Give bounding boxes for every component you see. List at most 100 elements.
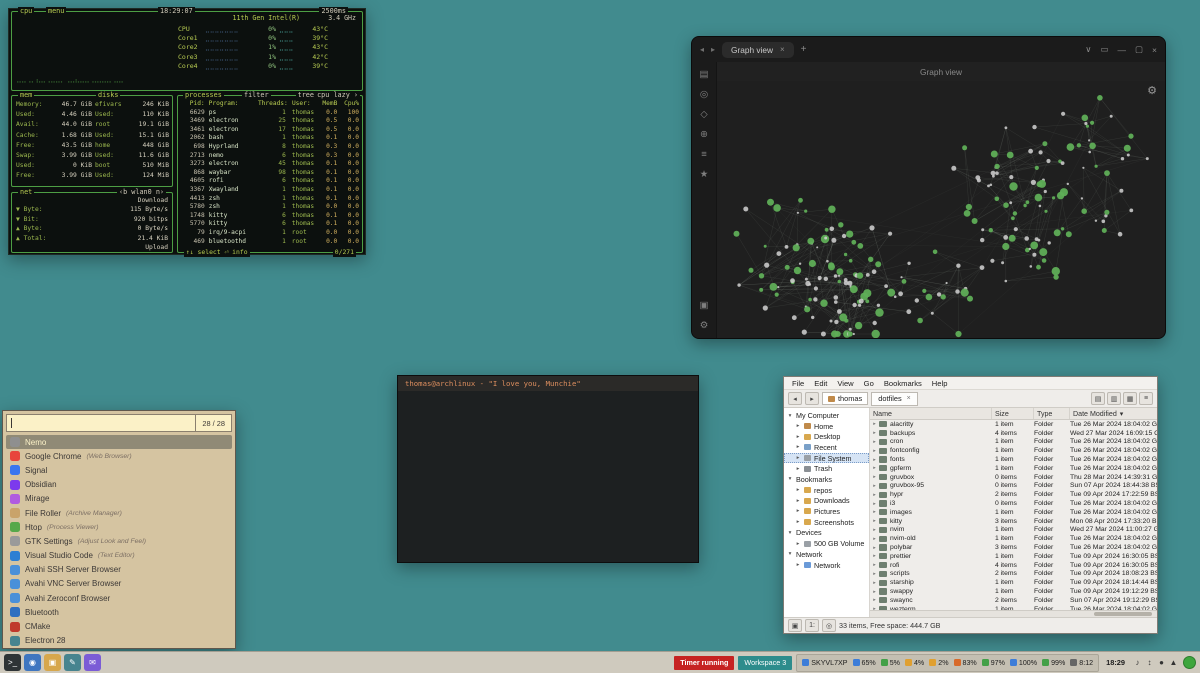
tray-network-ssid[interactable]: SKYVL7XP <box>802 659 847 667</box>
graph-node[interactable] <box>828 262 834 268</box>
graph-node[interactable] <box>834 320 838 324</box>
launcher-item[interactable]: GTK Settings(Adjust Look and Feel) <box>6 534 232 548</box>
graph-node[interactable] <box>799 263 801 265</box>
notifications-icon[interactable]: ● <box>1156 658 1167 667</box>
graph-node[interactable] <box>764 245 767 248</box>
graph-node[interactable] <box>898 291 903 296</box>
file-row[interactable]: ▸polybar3 itemsFolderTue 26 Mar 2024 18:… <box>870 543 1157 552</box>
graph-node[interactable] <box>872 269 877 274</box>
graph-node[interactable] <box>1024 236 1029 241</box>
graph-node[interactable] <box>1110 115 1113 118</box>
scrollbar-thumb[interactable] <box>1094 612 1152 616</box>
graph-node[interactable] <box>990 259 994 263</box>
column-header[interactable]: Size <box>992 408 1034 419</box>
forward-icon[interactable]: ▸ <box>805 392 819 405</box>
graph-node[interactable] <box>816 246 818 248</box>
icon-view-icon[interactable]: ▤ <box>1091 392 1105 405</box>
minimize-icon[interactable]: — <box>1118 45 1127 55</box>
process-column-header[interactable]: Cpu% <box>337 100 359 109</box>
graph-node[interactable] <box>941 294 946 299</box>
menubar-item-file[interactable]: File <box>787 379 809 388</box>
graph-node[interactable] <box>847 281 852 286</box>
sidebar-section[interactable]: ▾Devices <box>784 527 869 538</box>
process-row[interactable]: 3367Xwayland1thomas0.10.0 <box>181 186 359 195</box>
graph-node[interactable] <box>877 304 880 307</box>
file-row[interactable]: ▸cron1 itemFolderTue 26 Mar 2024 18:04:0… <box>870 438 1157 447</box>
workspace-indicator[interactable]: Workspace 3 <box>738 656 792 670</box>
graph-node[interactable] <box>1090 121 1094 125</box>
back-icon[interactable]: ◂ <box>788 392 802 405</box>
graph-node[interactable] <box>962 145 967 150</box>
graph-node[interactable] <box>1039 205 1042 208</box>
graph-node[interactable] <box>809 260 816 267</box>
graph-node[interactable] <box>857 243 863 249</box>
menubar-item-bookmarks[interactable]: Bookmarks <box>879 379 927 388</box>
process-row[interactable]: 4605rofi6thomas0.10.0 <box>181 177 359 186</box>
graph-node[interactable] <box>1039 248 1047 256</box>
launcher-item[interactable]: Electron 28 <box>6 634 232 648</box>
expander-icon[interactable]: ▸ <box>870 545 879 551</box>
tray-memory[interactable]: 5% <box>881 659 900 667</box>
new-tab-icon[interactable]: + <box>801 44 807 55</box>
sidebar-item[interactable]: ▸Trash <box>784 463 869 474</box>
sidebar-item[interactable]: ▸Downloads <box>784 496 869 507</box>
graph-node[interactable] <box>850 285 858 293</box>
graph-node[interactable] <box>1081 208 1087 214</box>
graph-node[interactable] <box>1046 159 1050 163</box>
network-icon[interactable]: ↕ <box>1144 658 1155 667</box>
graph-node[interactable] <box>1086 125 1089 128</box>
tab-close-icon[interactable]: × <box>907 395 911 402</box>
launcher-item[interactable]: Bluetooth <box>6 605 232 619</box>
tray-volume[interactable]: 100% <box>1010 659 1037 667</box>
process-column-header[interactable]: MemB <box>320 100 338 109</box>
graph-node[interactable] <box>1061 112 1065 116</box>
file-row[interactable]: ▸nvim1 itemFolderWed 27 Mar 2024 11:00:2… <box>870 526 1157 535</box>
graph-node[interactable] <box>848 331 853 336</box>
graph-node[interactable] <box>838 275 840 277</box>
terminal-content[interactable] <box>398 391 698 562</box>
tab-dotfiles[interactable]: dotfiles × <box>871 392 918 406</box>
graph-node[interactable] <box>1102 228 1107 233</box>
graph-node[interactable] <box>865 299 869 303</box>
graph-node[interactable] <box>1001 261 1004 264</box>
graph-node[interactable] <box>844 253 847 256</box>
graph-node[interactable] <box>873 321 877 325</box>
horizontal-scrollbar[interactable] <box>870 610 1157 617</box>
process-row[interactable]: 6629ps1thomas0.0100 <box>181 109 359 118</box>
tray-uptime[interactable]: 8:12 <box>1070 659 1093 667</box>
graph-node[interactable] <box>767 199 774 206</box>
file-row[interactable]: ▸backups4 itemsFolderWed 27 Mar 2024 16:… <box>870 429 1157 438</box>
graph-node[interactable] <box>894 295 897 298</box>
graph-node[interactable] <box>837 268 844 275</box>
file-row[interactable]: ▸images1 itemFolderTue 26 Mar 2024 18:04… <box>870 508 1157 517</box>
terminal-launcher-icon[interactable]: >_ <box>4 654 21 671</box>
compact-view-icon[interactable]: ▥ <box>1107 392 1121 405</box>
graph-node[interactable] <box>1035 166 1039 170</box>
process-row[interactable]: 79irq/9-acpi1root0.00.0 <box>181 229 359 238</box>
back-icon[interactable]: ◂ <box>700 45 704 54</box>
graph-node[interactable] <box>792 315 797 320</box>
graph-node[interactable] <box>933 250 938 255</box>
graph-node[interactable] <box>872 330 880 338</box>
graph-node[interactable] <box>831 330 838 337</box>
graph-node[interactable] <box>775 293 779 297</box>
sidebar-item[interactable]: ▸Screenshots <box>784 517 869 528</box>
graph-node[interactable] <box>995 171 999 175</box>
graph-node[interactable] <box>734 231 740 237</box>
graph-node[interactable] <box>846 231 853 238</box>
graph-node[interactable] <box>737 283 740 286</box>
column-header[interactable]: Type <box>1034 408 1070 419</box>
terminal-titlebar[interactable]: thomas@archlinux - "I love you, Munchie" <box>398 376 698 391</box>
sidebar-item[interactable]: ▸File System <box>784 453 869 464</box>
maximize-icon[interactable]: ▢ <box>1135 44 1143 55</box>
launcher-search-input[interactable] <box>7 415 195 431</box>
graph-node[interactable] <box>1095 165 1098 168</box>
launcher-item[interactable]: Mirage <box>6 492 232 506</box>
expander-icon[interactable]: ▸ <box>870 580 879 586</box>
graph-node[interactable] <box>1119 189 1123 193</box>
graph-node[interactable] <box>1007 152 1014 159</box>
tray-expand-icon[interactable]: ▲ <box>1168 658 1179 667</box>
graph-node[interactable] <box>821 332 826 337</box>
graph-node[interactable] <box>869 225 874 230</box>
graph-node[interactable] <box>808 298 812 302</box>
